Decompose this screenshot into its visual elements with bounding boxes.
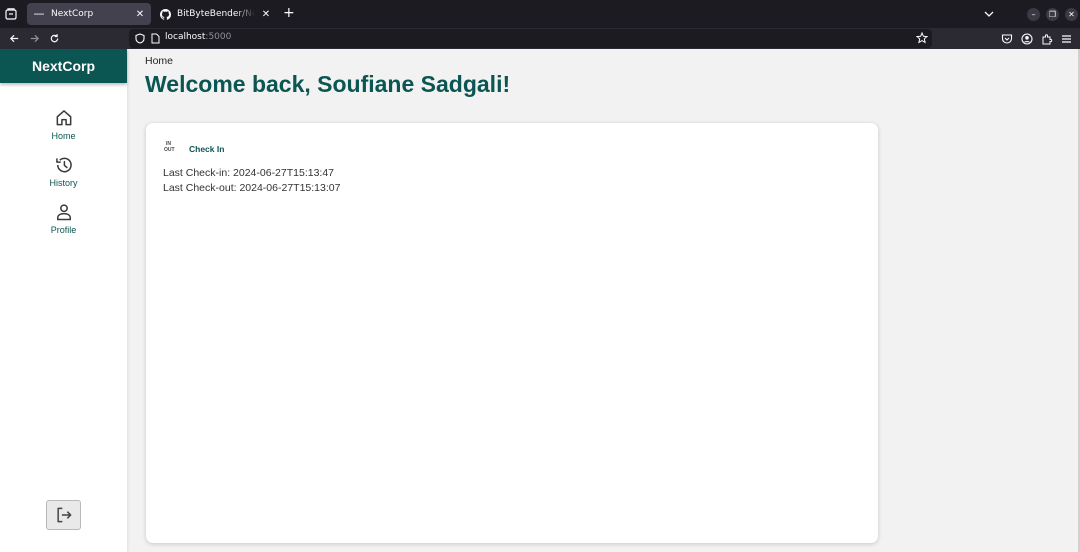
user-icon: [56, 204, 71, 221]
browser-tab-bar: NextCorp ✕ BitByteBender/Next_Corp ✕ + –…: [0, 0, 1080, 28]
check-in-button[interactable]: Check In: [189, 144, 224, 154]
page-icon[interactable]: [151, 33, 160, 44]
breadcrumb[interactable]: Home: [145, 55, 173, 67]
tab-close-icon[interactable]: ✕: [135, 9, 145, 20]
tab-overview-icon[interactable]: [4, 7, 18, 21]
tab-close-icon[interactable]: ✕: [261, 9, 271, 20]
chevron-down-icon[interactable]: [983, 8, 995, 20]
tab-nextcorp[interactable]: NextCorp ✕: [27, 3, 151, 25]
tab-title: BitByteBender/Next_Corp: [177, 9, 255, 19]
home-icon: [56, 110, 71, 126]
checkin-card: IN OUT Check In Last Check-in: 2024-06-2…: [146, 123, 878, 543]
last-check-in-text: Last Check-in: 2024-06-27T15:13:47: [163, 167, 335, 179]
sidebar: NextCorp Home History Profile: [0, 49, 127, 552]
page-title: Welcome back, Soufiane Sadgali!: [145, 71, 511, 97]
sidebar-item-history[interactable]: History: [0, 155, 127, 195]
tab-github[interactable]: BitByteBender/Next_Corp ✕: [153, 3, 277, 25]
sidebar-item-label: History: [49, 178, 78, 188]
back-icon[interactable]: [7, 32, 21, 45]
sidebar-item-home[interactable]: Home: [0, 108, 127, 148]
in-out-icon: IN OUT: [164, 141, 175, 153]
last-check-out-text: Last Check-out: 2024-06-27T15:13:07: [163, 182, 341, 194]
browser-nav-bar: localhost:5000: [0, 28, 1080, 49]
account-icon[interactable]: [1020, 32, 1033, 45]
sidebar-item-label: Home: [51, 131, 76, 141]
shield-icon[interactable]: [135, 33, 145, 44]
pocket-icon[interactable]: [1000, 32, 1013, 45]
tab-title: NextCorp: [51, 9, 94, 19]
github-icon: [159, 8, 171, 20]
forward-icon[interactable]: [27, 32, 41, 45]
logout-icon: [56, 507, 71, 523]
restore-icon[interactable]: ❐: [1046, 8, 1059, 21]
reload-icon[interactable]: [47, 32, 61, 45]
history-icon: [55, 157, 72, 173]
minimize-icon[interactable]: –: [1027, 8, 1040, 21]
sidebar-item-profile[interactable]: Profile: [0, 202, 127, 242]
url-text: localhost:5000: [165, 32, 232, 42]
url-bar[interactable]: localhost:5000: [129, 29, 932, 48]
dash-favicon-icon: [33, 8, 45, 20]
bookmark-star-icon[interactable]: [916, 32, 928, 44]
close-window-icon[interactable]: ✕: [1065, 8, 1078, 21]
sidebar-item-label: Profile: [50, 225, 77, 235]
page-content: NextCorp Home History Profile Home Welco…: [0, 49, 1080, 552]
checkin-row: IN OUT Check In: [164, 141, 224, 157]
new-tab-button[interactable]: +: [283, 6, 295, 20]
logout-button[interactable]: [46, 500, 81, 530]
menu-icon[interactable]: [1060, 32, 1073, 45]
extensions-icon[interactable]: [1040, 32, 1053, 45]
brand-logo[interactable]: NextCorp: [0, 49, 127, 83]
